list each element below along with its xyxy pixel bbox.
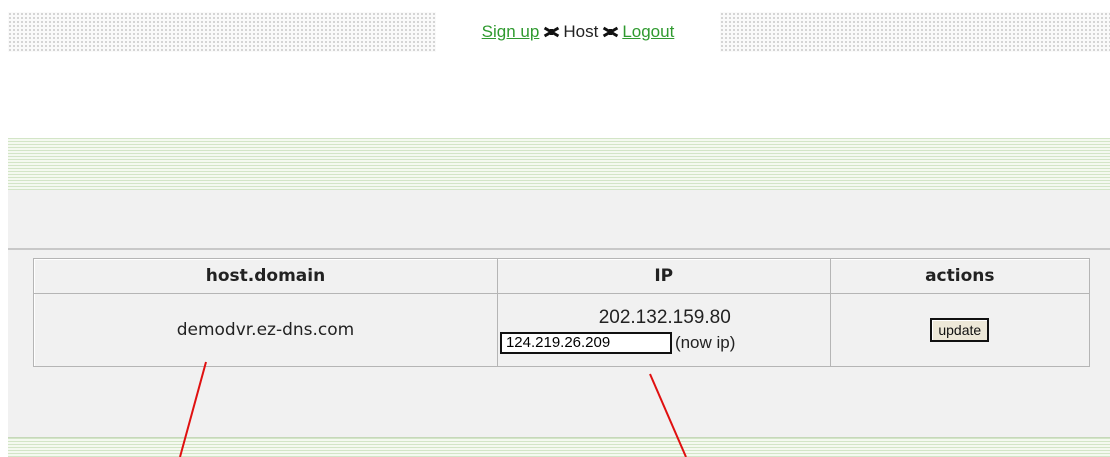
header-band xyxy=(8,138,1110,191)
table-row: demodvr.ez-dns.com 202.132.159.80 (now i… xyxy=(33,293,1091,367)
ip-cell: 202.132.159.80 (now ip) xyxy=(496,293,831,367)
nav-link-sign-up[interactable]: Sign up xyxy=(482,22,540,42)
update-button[interactable]: update xyxy=(930,318,990,342)
panel-divider xyxy=(8,248,1110,250)
nav-link-logout[interactable]: Logout xyxy=(622,22,674,42)
nav-item-host: Host xyxy=(563,22,599,41)
now-ip-note: (now ip) xyxy=(674,332,736,352)
new-ip-input[interactable] xyxy=(499,331,672,354)
column-header-host-domain: host.domain xyxy=(33,258,498,294)
footer-band xyxy=(8,437,1110,457)
nav-menu: Sign up Host Logout xyxy=(436,12,720,52)
page: Sign up Host Logout host.domain IP actio… xyxy=(0,0,1110,457)
new-ip-row: (now ip) xyxy=(499,331,830,354)
asterisk-separator-icon xyxy=(542,23,560,41)
column-header-actions: actions xyxy=(829,258,1091,294)
actions-cell: update xyxy=(829,293,1091,367)
host-domain-cell: demodvr.ez-dns.com xyxy=(33,293,498,367)
column-header-ip: IP xyxy=(496,258,831,294)
table-header-row: host.domain IP actions xyxy=(33,258,1091,294)
current-ip: 202.132.159.80 xyxy=(598,306,731,328)
top-nav-bar: Sign up Host Logout xyxy=(8,12,1110,52)
asterisk-separator-icon xyxy=(601,23,619,41)
host-table: host.domain IP actions demodvr.ez-dns.co… xyxy=(33,258,1091,367)
